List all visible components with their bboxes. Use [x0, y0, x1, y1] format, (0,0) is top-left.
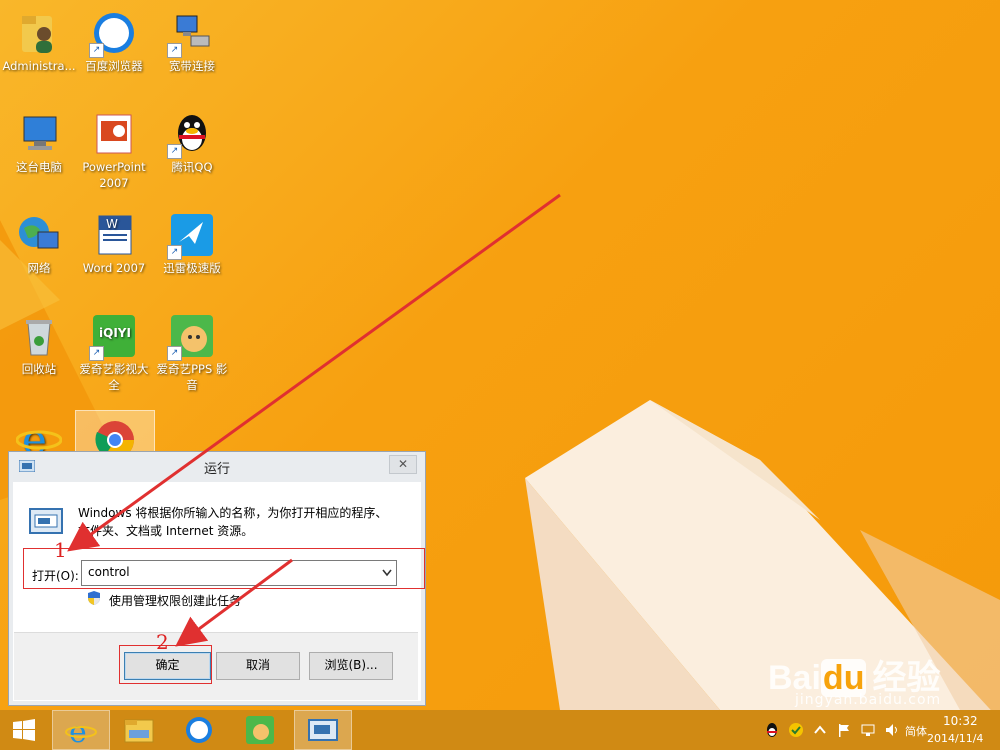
taskbar: e 简体 10:32 2014/11/4 [0, 710, 1000, 750]
taskbar-baidu-browser[interactable] [172, 710, 228, 750]
clock-date[interactable]: 2014/11/4 [927, 732, 983, 745]
taskbar-explorer[interactable] [111, 710, 167, 750]
security-tray-icon[interactable] [788, 722, 804, 738]
volume-icon[interactable] [884, 722, 900, 738]
internet-explorer-icon: e [65, 715, 97, 746]
ime-indicator[interactable]: 简体 [905, 723, 927, 739]
baidu-browser-icon [186, 717, 212, 743]
annotation-arrows [67, 193, 561, 647]
folder-icon [124, 719, 154, 743]
taskbar-ie[interactable]: e [52, 710, 110, 750]
windows-logo-icon [13, 719, 35, 741]
taskbar-run[interactable] [294, 710, 352, 750]
run-icon [308, 719, 338, 741]
watermark-url: jingyan.baidu.com [795, 692, 942, 708]
clock-time[interactable]: 10:32 [943, 714, 978, 728]
flag-icon[interactable] [836, 722, 852, 738]
svg-text:e: e [69, 715, 87, 746]
desktop: Administra... ↗ 百度浏览器 ↗ 宽带连接 这台电脑 PowerP… [0, 0, 1000, 710]
taskbar-pps[interactable] [233, 710, 289, 750]
qq-tray-icon[interactable] [764, 722, 780, 738]
pps-icon [246, 716, 274, 744]
start-button[interactable] [0, 710, 56, 750]
network-tray-icon[interactable] [860, 722, 876, 738]
up-arrow-icon[interactable] [812, 722, 828, 738]
